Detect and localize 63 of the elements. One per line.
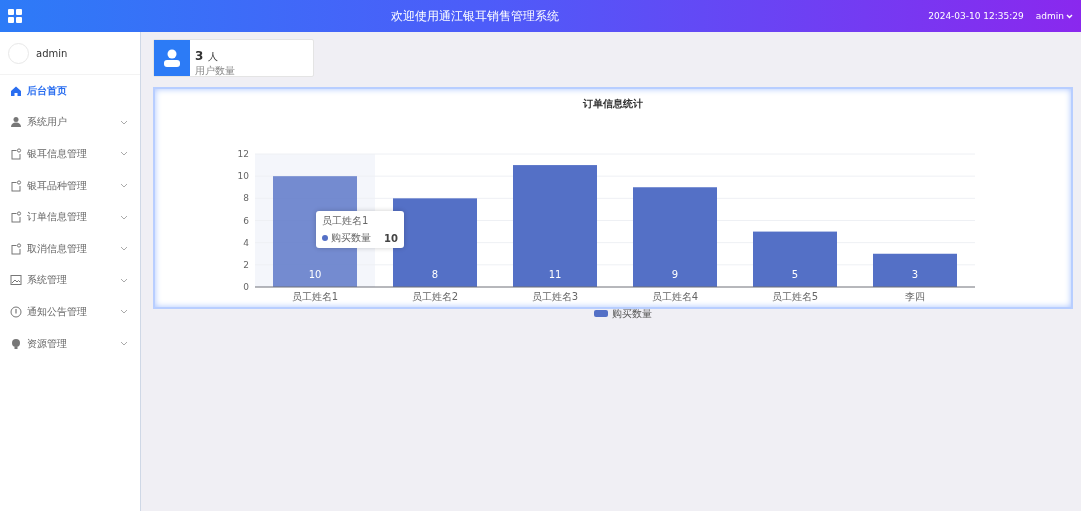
user-name: admin: [36, 47, 68, 59]
chart-title: 订单信息统计: [583, 97, 643, 111]
x-tick-label: 员工姓名4: [651, 291, 699, 302]
menu-item[interactable]: 通知公告管理: [0, 296, 140, 328]
x-tick-label: 员工姓名3: [531, 291, 579, 302]
bar-value-label: 9: [671, 269, 679, 280]
document-icon: [10, 179, 22, 192]
bar-value-label: 8: [431, 269, 439, 280]
chevron-icon: [120, 246, 128, 252]
legend-label: 购买数量: [612, 308, 652, 319]
menu-item[interactable]: 订单信息管理: [0, 201, 140, 233]
chevron-icon: [120, 309, 128, 315]
tooltip-title: 员工姓名1: [322, 214, 370, 228]
y-tick-label: 4: [243, 237, 249, 248]
series-name: 购买数量: [331, 231, 371, 245]
document-icon: [10, 211, 22, 224]
menu-item[interactable]: 取消信息管理: [0, 232, 140, 265]
bar-value-label: 10: [308, 269, 322, 280]
x-tick-label: 员工姓名2: [411, 291, 459, 302]
chevron-icon: [120, 183, 128, 189]
bar-value-label: 3: [911, 269, 919, 280]
chevron-icon: [120, 119, 128, 125]
menu-item[interactable]: 系统管理: [0, 264, 140, 297]
tooltip-value: 10: [384, 232, 398, 244]
x-tick-label: 员工姓名1: [291, 291, 339, 302]
home-icon: [10, 84, 22, 97]
menu-item[interactable]: 资源管理: [0, 327, 140, 360]
legend-item[interactable]: 购买数量: [594, 308, 652, 319]
info-icon: [10, 305, 22, 318]
datetime: 2024-03-10 12:35:29: [928, 11, 1024, 21]
bar-value-label: 11: [548, 269, 562, 280]
image-icon: [10, 274, 22, 287]
y-tick-label: 8: [243, 193, 249, 204]
y-tick-label: 6: [243, 215, 249, 226]
stat-label: 用户数量: [195, 64, 235, 78]
menu-item[interactable]: 银耳信息管理: [0, 138, 140, 170]
caret-icon: [1066, 13, 1073, 19]
document-icon: [10, 242, 22, 255]
menu-item[interactable]: 系统用户: [0, 106, 140, 139]
y-tick-label: 10: [237, 171, 249, 182]
chevron-icon: [120, 341, 128, 347]
grid-menu-icon[interactable]: [8, 9, 22, 23]
series-dot: [322, 235, 328, 241]
chevron-icon: [120, 277, 128, 283]
x-tick-label: 李四: [905, 291, 925, 302]
stat-value: 3: [195, 49, 204, 63]
app-title: 欢迎使用通江银耳销售管理系统: [390, 7, 561, 25]
y-tick-label: 12: [237, 149, 249, 159]
stat-unit: 人: [208, 51, 219, 62]
bar[interactable]: [753, 231, 837, 287]
menu-item[interactable]: 后台首页: [0, 75, 140, 107]
bar[interactable]: [873, 253, 957, 287]
x-tick-label: 员工姓名5: [771, 291, 819, 302]
y-tick-label: 2: [243, 259, 249, 270]
chevron-icon: [120, 214, 128, 220]
user-menu[interactable]: admin: [1035, 11, 1073, 21]
user-icon: [10, 116, 22, 129]
document-icon: [10, 148, 22, 160]
menu-item[interactable]: 银耳品种管理: [0, 169, 140, 202]
y-tick-label: 0: [243, 282, 249, 292]
chevron-icon: [120, 151, 128, 157]
bulb-icon: [10, 337, 22, 350]
bar-value-label: 5: [791, 269, 799, 280]
